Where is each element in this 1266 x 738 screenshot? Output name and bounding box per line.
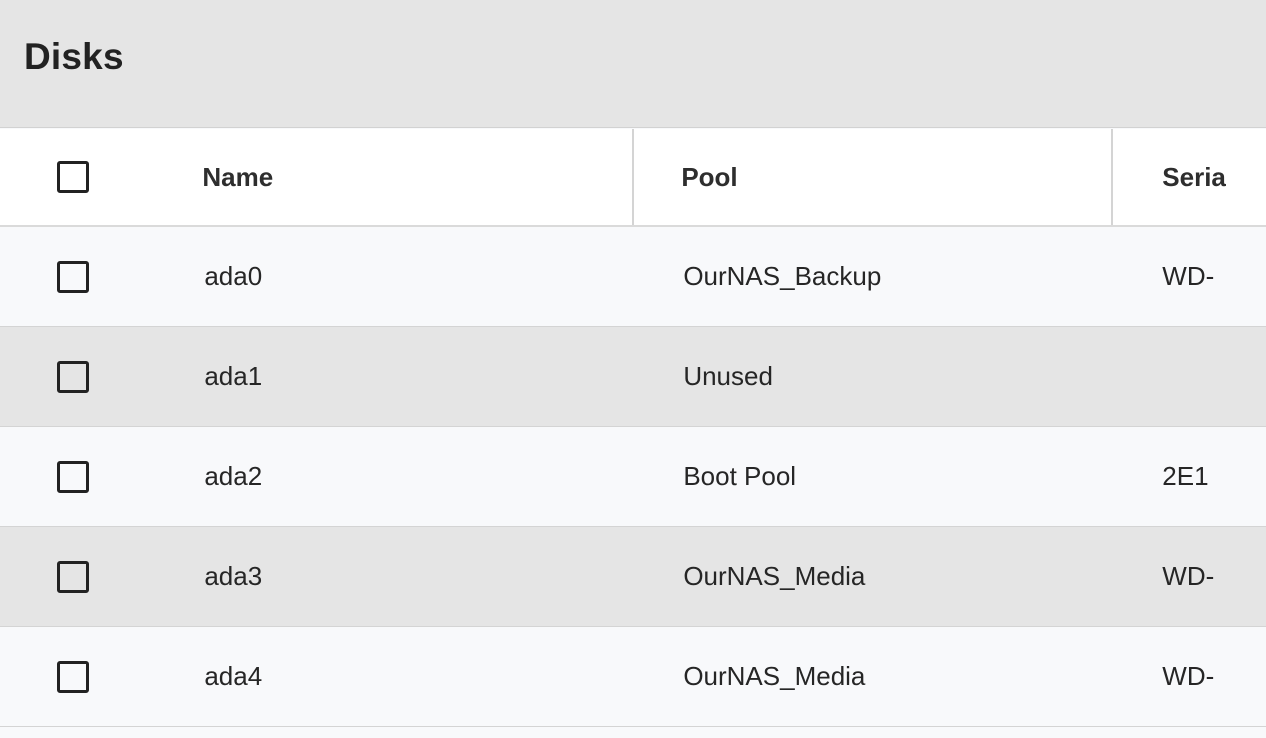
- disk-pool: Unused: [683, 361, 773, 391]
- table-row[interactable]: ada2 Boot Pool 2E1: [0, 427, 1266, 527]
- page-title: Disks: [24, 35, 124, 77]
- column-header-pool[interactable]: Pool: [634, 129, 1114, 225]
- disk-name: ada3: [204, 561, 263, 591]
- table-row[interactable]: ada1 Unused: [0, 327, 1266, 427]
- row-checkbox[interactable]: [57, 260, 89, 293]
- select-all-checkbox[interactable]: [57, 161, 89, 193]
- disk-pool: Boot Pool: [683, 461, 797, 491]
- row-checkbox[interactable]: [57, 560, 89, 593]
- column-header-serial[interactable]: Seria: [1113, 129, 1266, 225]
- disk-name: ada4: [204, 661, 263, 691]
- disk-name: ada2: [204, 461, 263, 491]
- disks-table: Name Pool Seria ada0 OurNAS_Backup WD- a…: [0, 129, 1266, 727]
- table-row[interactable]: ada4 OurNAS_Media WD-: [0, 627, 1266, 727]
- row-checkbox-cell: [0, 227, 140, 326]
- table-header-row: Name Pool Seria: [0, 129, 1266, 227]
- disk-serial: 2E1: [1162, 461, 1209, 491]
- disk-serial: WD-: [1162, 261, 1215, 291]
- disk-pool: OurNAS_Backup: [683, 261, 882, 291]
- page-header: Disks: [0, 0, 1266, 128]
- row-checkbox-cell: [0, 527, 140, 626]
- row-checkbox-cell: [0, 627, 140, 726]
- disks-page: Disks Name Pool Seria ada0 OurNAS_Backup…: [0, 0, 1266, 738]
- column-header-name[interactable]: Name: [140, 129, 635, 225]
- disk-serial: WD-: [1162, 561, 1215, 591]
- row-checkbox-cell: [0, 427, 140, 526]
- table-row[interactable]: ada0 OurNAS_Backup WD-: [0, 227, 1266, 327]
- table-row[interactable]: ada3 OurNAS_Media WD-: [0, 527, 1266, 627]
- disk-name: ada0: [204, 261, 263, 291]
- disk-name: ada1: [204, 361, 263, 391]
- row-checkbox[interactable]: [57, 460, 89, 493]
- row-checkbox[interactable]: [57, 660, 89, 693]
- header-checkbox-cell: [0, 129, 140, 225]
- disk-pool: OurNAS_Media: [683, 661, 866, 691]
- disk-serial: WD-: [1162, 661, 1215, 691]
- row-checkbox[interactable]: [57, 360, 89, 393]
- disk-pool: OurNAS_Media: [683, 561, 866, 591]
- row-checkbox-cell: [0, 327, 140, 426]
- disk-serial: [1113, 327, 1266, 426]
